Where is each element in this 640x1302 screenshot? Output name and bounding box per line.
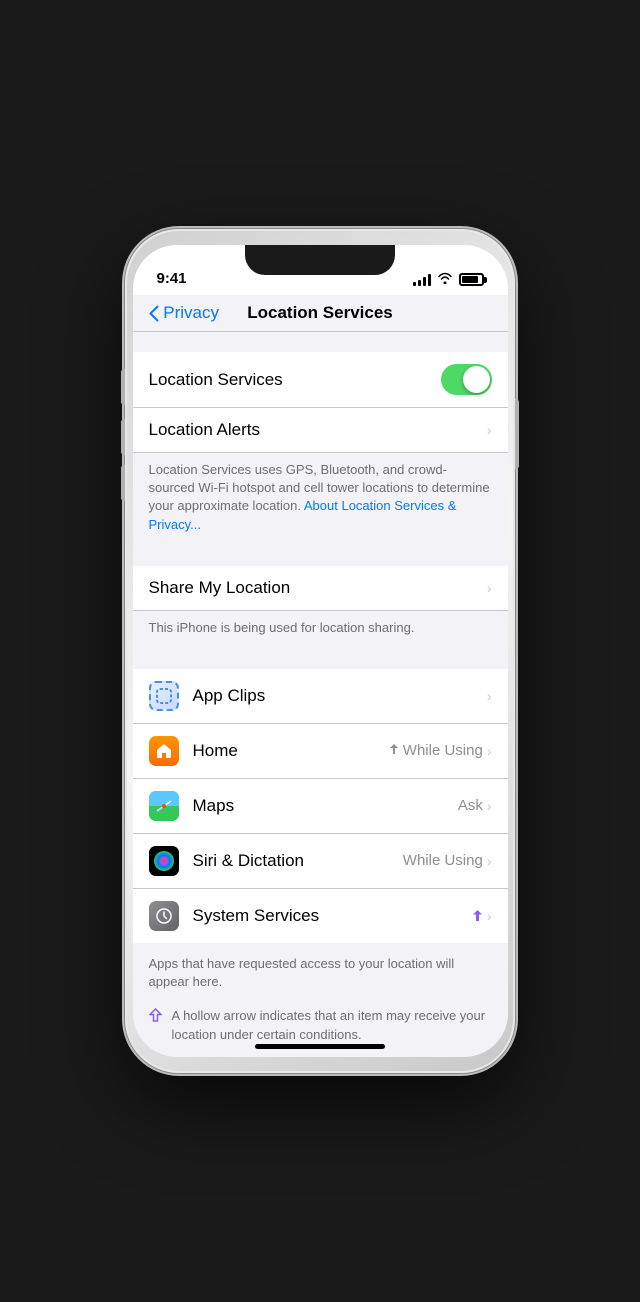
home-label: Home	[193, 741, 389, 761]
share-location-label: Share My Location	[149, 578, 483, 598]
toggle-knob	[463, 366, 490, 393]
system-chevron: ›	[487, 908, 492, 924]
siri-status-text: While Using	[403, 852, 483, 869]
system-status	[472, 909, 483, 922]
legend-hollow-item: A hollow arrow indicates that an item ma…	[149, 1007, 492, 1042]
section-spacer-2	[133, 546, 508, 566]
app-clips-label: App Clips	[193, 686, 483, 706]
home-status: While Using	[389, 742, 483, 759]
phone-screen: 9:41	[133, 245, 508, 1057]
siri-row[interactable]: Siri & Dictation While Using ›	[133, 834, 508, 889]
section-spacer-3	[133, 649, 508, 669]
chevron-icon-share: ›	[487, 580, 492, 596]
wifi-icon	[437, 272, 453, 287]
home-bar	[255, 1044, 385, 1049]
app-clips-icon	[149, 681, 179, 711]
siri-app-icon	[149, 846, 179, 876]
home-app-icon	[149, 736, 179, 766]
notch	[245, 245, 395, 275]
share-note-text: This iPhone is being used for location s…	[149, 620, 415, 635]
maps-label: Maps	[193, 796, 458, 816]
app-clips-row[interactable]: App Clips ›	[133, 669, 508, 724]
apps-note-text: Apps that have requested access to your …	[149, 955, 492, 991]
home-location-arrow	[389, 743, 399, 758]
siri-chevron: ›	[487, 853, 492, 869]
location-alerts-label: Location Alerts	[149, 420, 483, 440]
page-title: Location Services	[247, 303, 393, 323]
share-location-row[interactable]: Share My Location ›	[133, 566, 508, 611]
phone-frame: 9:41	[125, 229, 515, 1073]
battery-icon	[459, 273, 484, 286]
system-services-label: System Services	[193, 906, 472, 926]
settings-content[interactable]: Location Services Location Alerts › Loca…	[133, 332, 508, 1042]
app-clips-chevron: ›	[487, 688, 492, 704]
home-status-text: While Using	[403, 742, 483, 759]
hollow-arrow-icon	[149, 1008, 162, 1025]
hollow-arrow-text: A hollow arrow indicates that an item ma…	[172, 1007, 492, 1042]
back-label: Privacy	[163, 303, 219, 323]
maps-app-icon	[149, 791, 179, 821]
location-services-toggle-row[interactable]: Location Services	[133, 352, 508, 408]
maps-status: Ask	[458, 797, 483, 814]
system-services-row[interactable]: System Services ›	[133, 889, 508, 943]
home-row[interactable]: Home While Using ›	[133, 724, 508, 779]
section-spacer	[133, 332, 508, 352]
share-note: This iPhone is being used for location s…	[133, 611, 508, 649]
back-button[interactable]: Privacy	[149, 303, 219, 323]
location-alerts-row[interactable]: Location Alerts ›	[133, 408, 508, 453]
siri-status: While Using	[403, 852, 483, 869]
nav-bar: Privacy Location Services	[133, 295, 508, 332]
location-services-toggle[interactable]	[441, 364, 492, 395]
maps-status-text: Ask	[458, 797, 483, 814]
maps-chevron: ›	[487, 798, 492, 814]
status-indicators	[413, 272, 484, 287]
system-purple-arrow-icon	[472, 909, 483, 922]
location-services-label: Location Services	[149, 370, 441, 390]
chevron-icon: ›	[487, 422, 492, 438]
signal-icon	[413, 274, 431, 286]
status-bar: 9:41	[133, 245, 508, 295]
siri-label: Siri & Dictation	[193, 851, 403, 871]
location-description: Location Services uses GPS, Bluetooth, a…	[133, 453, 508, 546]
system-app-icon	[149, 901, 179, 931]
maps-row[interactable]: Maps Ask ›	[133, 779, 508, 834]
footer-section: Apps that have requested access to your …	[133, 943, 508, 1042]
home-chevron: ›	[487, 743, 492, 759]
